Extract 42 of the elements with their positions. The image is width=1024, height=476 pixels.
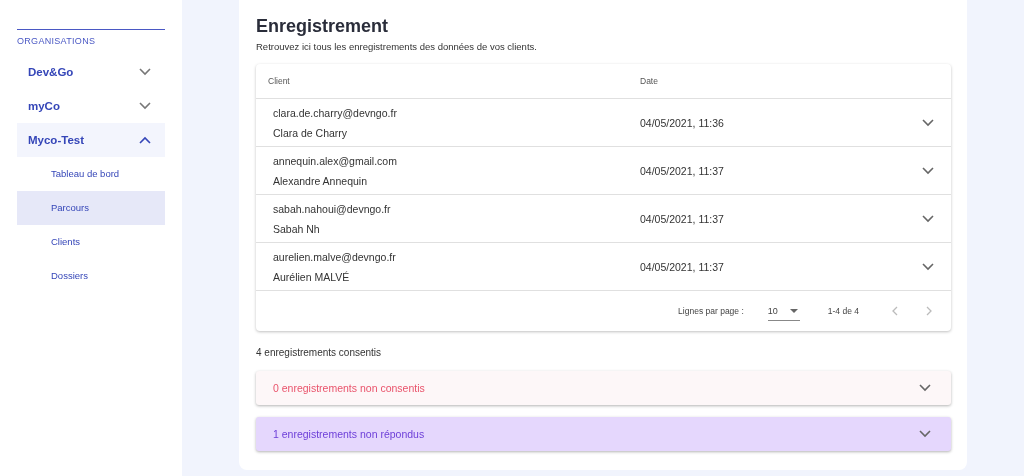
client-name: Clara de Charry [273,126,349,139]
accordion-panel[interactable]: 0 enregistrements non consentis [256,371,951,405]
sidebar-item[interactable]: Clients [17,225,165,259]
chevron-down-icon [922,214,934,223]
client-email: aurelien.malve@devngo.fr [273,250,397,263]
client-name: Alexandre Annequin [273,174,368,187]
section-title: ORGANISATIONS [17,36,97,46]
chevron-down-icon [919,430,931,438]
rows-per-page-select[interactable]: 10 [767,301,800,321]
chevron-down-icon [922,118,934,127]
chevron-up-icon [139,136,151,144]
record-date: 04/05/2021, 11:36 [640,116,725,129]
organisation-item[interactable]: myCo [17,89,165,123]
page-range: 1-4 de 4 [827,306,859,316]
client-email: clara.de.charry@devngo.fr [273,106,398,119]
organisation-item[interactable]: Dev&Go [17,55,165,89]
accordion-panel[interactable]: 1 enregistrements non répondus [256,417,951,451]
client-name: Sabah Nh [273,222,321,235]
column-header: Client [267,76,291,86]
sidebar-item[interactable]: Tableau de bord [17,157,165,191]
chevron-down-icon [919,384,931,392]
page-subtitle: Retrouvez ici tous les enregistrements des données de vos clients. [256,41,538,52]
client-email: sabah.nahoui@devngo.fr [273,202,392,215]
column-header: Date [640,76,658,86]
record-date: 04/05/2021, 11:37 [640,260,725,273]
organisation-item[interactable]: Myco-Test [17,123,165,157]
chevron-right-icon [926,306,932,316]
rows-per-page-label: Lignes par page : [678,306,744,316]
chevron-down-icon [922,166,934,175]
chevron-down-icon [139,68,151,76]
sidebar-item[interactable]: Parcours [17,191,165,225]
consented-summary: 4 enregistrements consentis [256,347,383,358]
client-name: Aurélien MALVÉ [273,270,351,283]
page-title: Enregistrement [256,16,390,37]
chevron-down-icon [922,262,934,271]
sidebar-item[interactable]: Dossiers [17,259,165,293]
chevron-left-icon [892,306,898,316]
record-date: 04/05/2021, 11:37 [640,164,725,177]
chevron-down-icon [139,102,151,110]
record-date: 04/05/2021, 11:37 [640,212,725,225]
client-email: annequin.alex@gmail.com [273,154,398,167]
dropdown-triangle-icon [789,308,798,313]
